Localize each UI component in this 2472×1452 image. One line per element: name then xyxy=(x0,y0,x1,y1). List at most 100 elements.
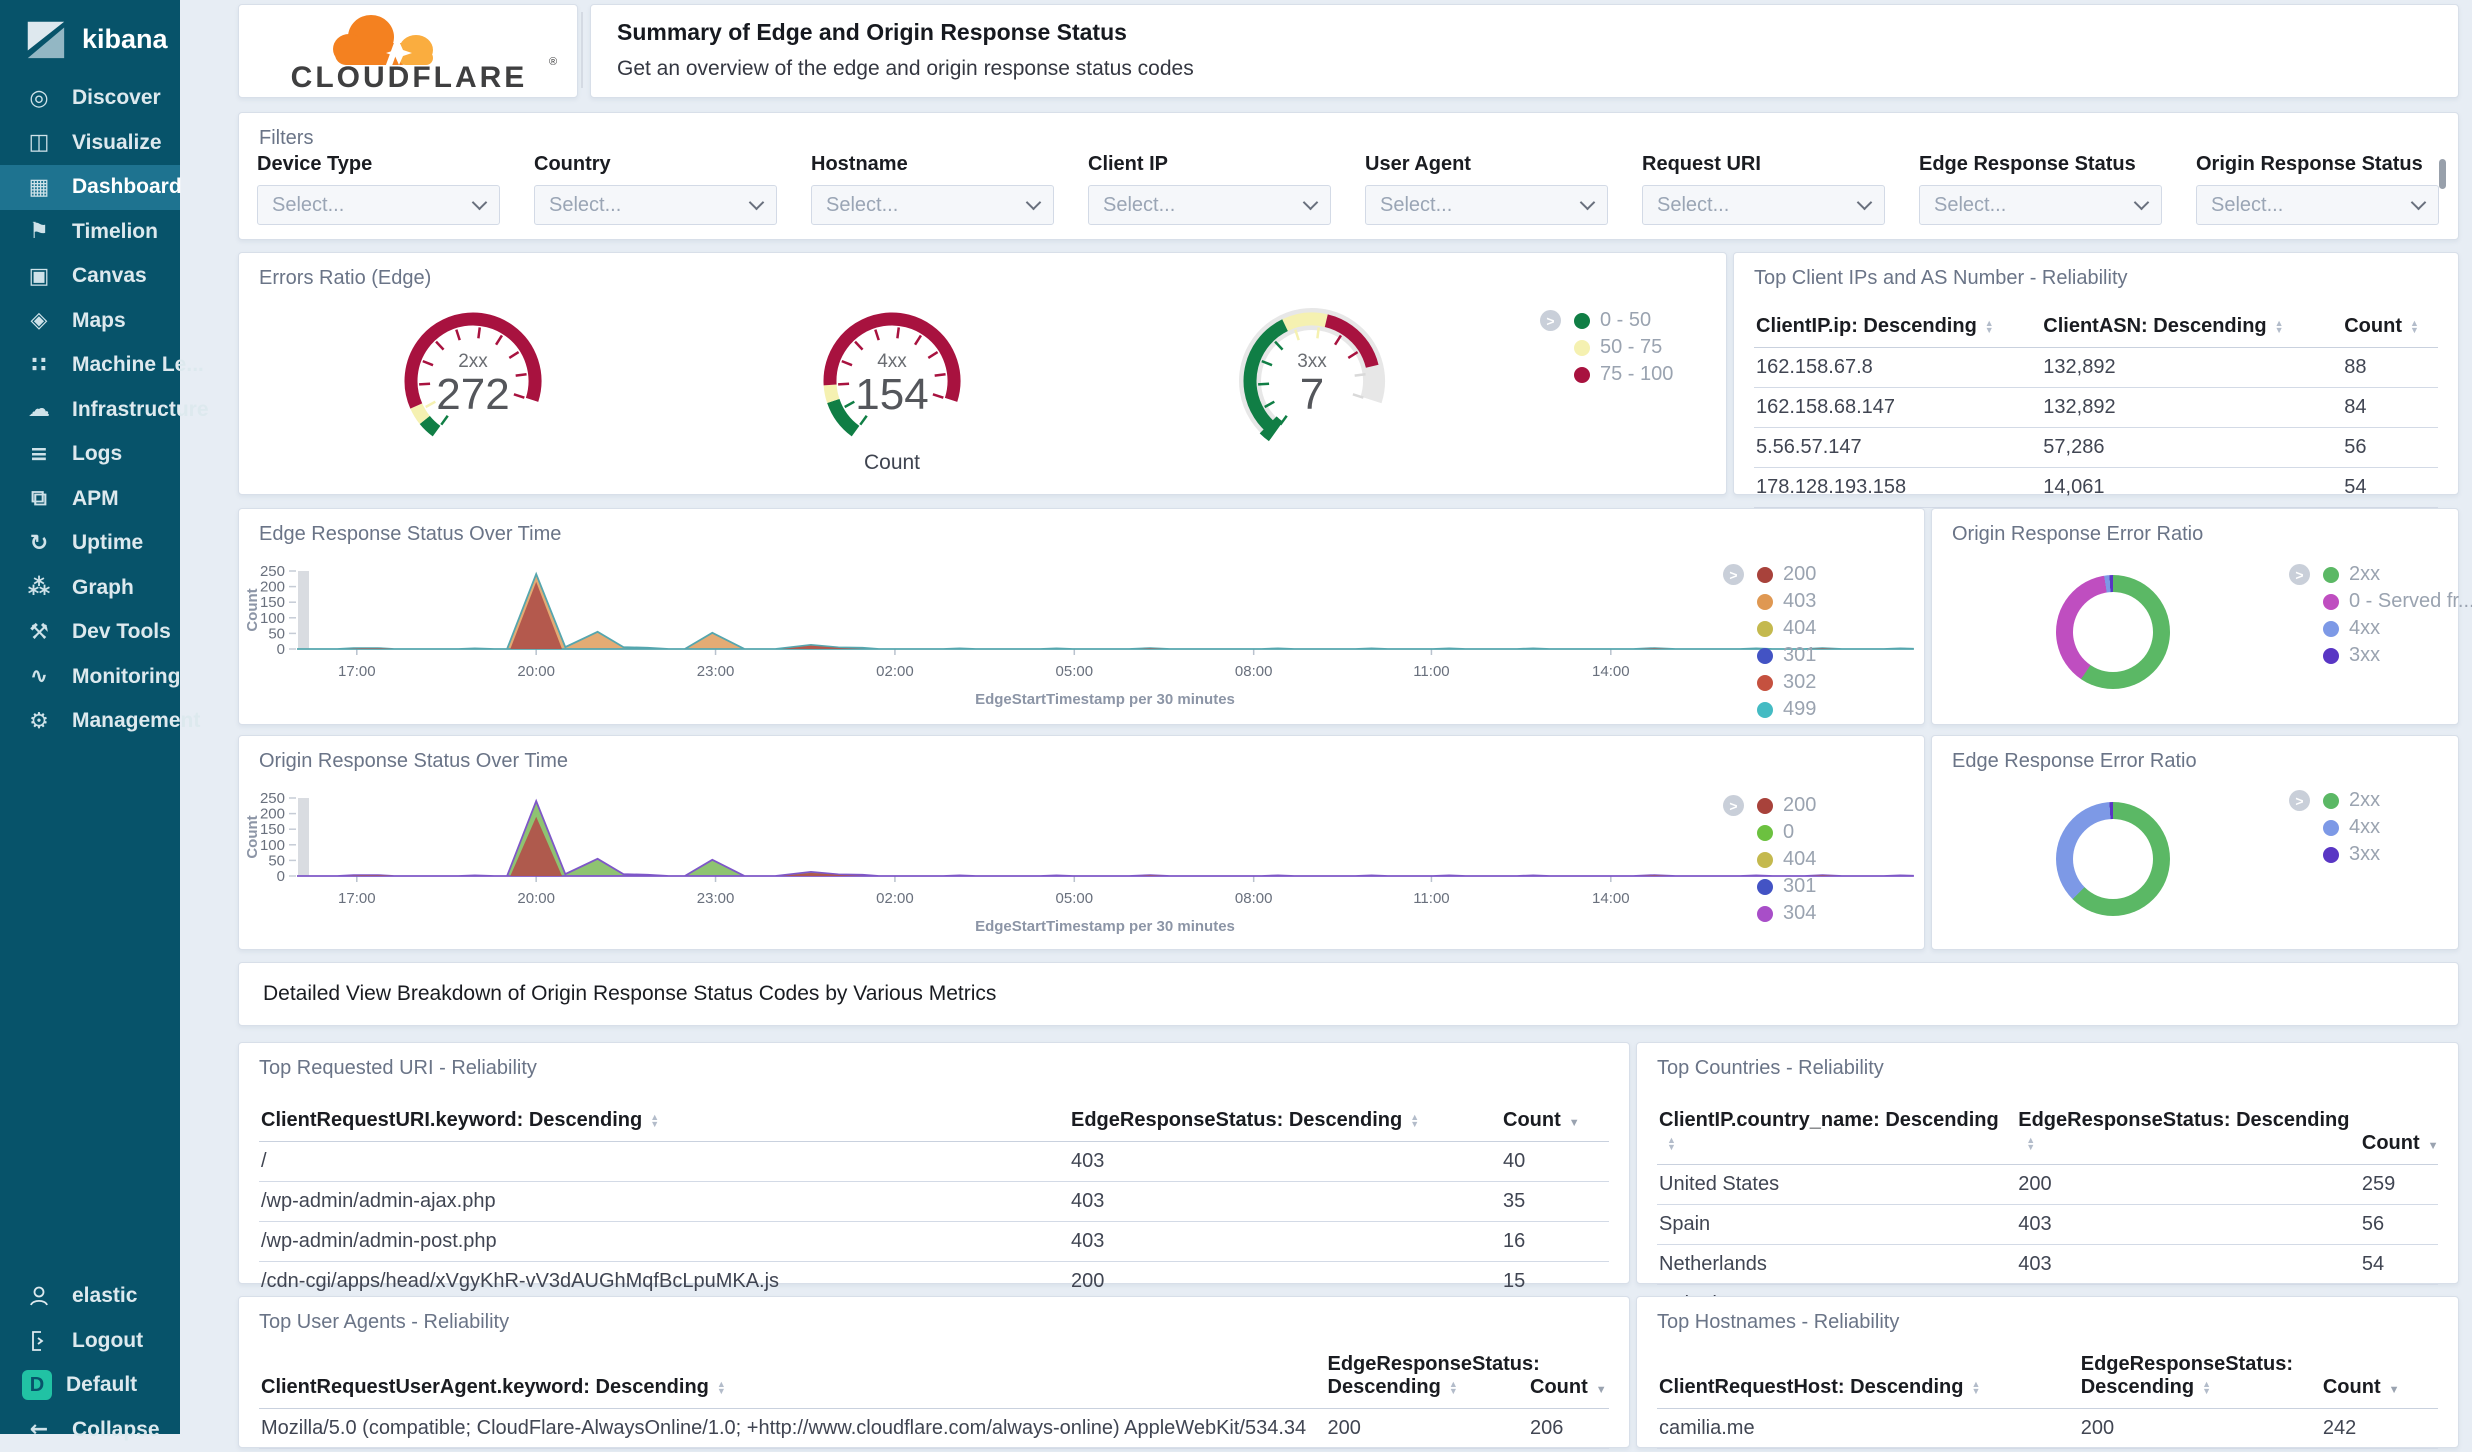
table-cell: 206 xyxy=(1528,1409,1609,1449)
legend-item[interactable]: 0 - Served fr... xyxy=(2323,588,2472,615)
filter-label: Client IP xyxy=(1088,153,1331,176)
column-header-label: EdgeResponseStatus: Descending xyxy=(2081,1353,2293,1398)
cloudflare-wordmark: CLOUDFLARE xyxy=(291,61,528,94)
chevron-down-icon xyxy=(2134,195,2150,211)
panel-title: Errors Ratio (Edge) xyxy=(259,267,431,290)
filters-panel-title: Filters xyxy=(259,127,313,150)
table-cell: Spain xyxy=(1657,1205,2016,1245)
sidebar-item-visualize[interactable]: ◫Visualize xyxy=(0,121,180,166)
svg-text:0: 0 xyxy=(277,868,285,885)
gauge-svg-2xx: 2xx272 xyxy=(373,289,573,459)
legend-item[interactable]: 4xx xyxy=(2323,615,2472,642)
legend-item[interactable]: 499 xyxy=(1757,696,1816,723)
sort-down-icon: ▼ xyxy=(1985,327,1994,334)
column-header[interactable]: Count▼ xyxy=(1528,1347,1609,1409)
column-header[interactable]: ClientASN: Descending▲▼ xyxy=(2041,309,2342,348)
sidebar-item-uptime[interactable]: ↻Uptime xyxy=(0,521,180,566)
column-header-label: ClientRequestUserAgent.keyword: Descendi… xyxy=(261,1376,709,1398)
column-header[interactable]: Count▼ xyxy=(1501,1103,1609,1142)
origin-response-status-select[interactable]: Select... xyxy=(2196,185,2439,225)
table-cell: 403 xyxy=(1069,1142,1501,1182)
legend-item[interactable]: 0 xyxy=(1757,819,1816,846)
column-header[interactable]: Count▼ xyxy=(2321,1347,2438,1409)
sidebar-item-maps[interactable]: ◈Maps xyxy=(0,299,180,344)
legend-item[interactable]: 3xx xyxy=(2323,841,2380,868)
legend-expand-icon[interactable]: > xyxy=(1723,564,1744,585)
legend-expand-icon[interactable]: > xyxy=(2289,564,2310,585)
legend-item[interactable]: 2xx xyxy=(2323,787,2380,814)
edge-response-status-select[interactable]: Select... xyxy=(1919,185,2162,225)
legend-item[interactable]: 301 xyxy=(1757,642,1816,669)
legend-item[interactable]: 304 xyxy=(1757,900,1816,927)
sidebar-item-logs[interactable]: ≡Logs xyxy=(0,432,180,477)
column-header[interactable]: ClientRequestUserAgent.keyword: Descendi… xyxy=(259,1347,1326,1409)
legend-item[interactable]: 50 - 75 xyxy=(1574,334,1673,361)
column-header[interactable]: ClientRequestURI.keyword: Descending▲▼ xyxy=(259,1103,1069,1142)
sort-down-icon: ▼ xyxy=(1667,1144,1676,1151)
legend-item[interactable]: 404 xyxy=(1757,615,1816,642)
legend-item[interactable]: 0 - 50 xyxy=(1574,307,1673,334)
filters-scrollbar[interactable] xyxy=(2439,159,2446,189)
sidebar-item-discover[interactable]: ◎Discover xyxy=(0,76,180,121)
infrastructure-icon: ☁ xyxy=(24,397,54,422)
legend-expand-icon[interactable]: > xyxy=(2289,790,2310,811)
sidebar-item-management[interactable]: ⚙Management xyxy=(0,699,180,744)
legend-item[interactable]: 2xx xyxy=(2323,561,2472,588)
sidebar-footer-label: elastic xyxy=(72,1284,137,1308)
legend-dot xyxy=(2323,820,2339,836)
column-header[interactable]: EdgeResponseStatus: Descending▲▼ xyxy=(2016,1103,2360,1165)
sidebar-item-infrastructure[interactable]: ☁Infrastructure xyxy=(0,388,180,433)
user-agent-select[interactable]: Select... xyxy=(1365,185,1608,225)
collapse-arrow-icon: ← xyxy=(24,1417,54,1442)
legend-label: 0 - Served fr... xyxy=(2349,590,2472,613)
legend-item[interactable]: 75 - 100 xyxy=(1574,361,1673,388)
column-header[interactable]: EdgeResponseStatus: Descending▲▼ xyxy=(1069,1103,1501,1142)
legend-dot xyxy=(2323,847,2339,863)
legend-expand-icon[interactable]: > xyxy=(1540,310,1561,331)
sort-desc-icon: ▼ xyxy=(1569,1117,1580,1129)
client-ip-select[interactable]: Select... xyxy=(1088,185,1331,225)
column-header[interactable]: Count▲▼ xyxy=(2342,309,2438,348)
sidebar-item-apm[interactable]: ⧉APM xyxy=(0,477,180,522)
sidebar-footer-logout[interactable]: Logout xyxy=(0,1319,180,1364)
device-type-select[interactable]: Select... xyxy=(257,185,500,225)
column-header[interactable]: EdgeResponseStatus: Descending▲▼ xyxy=(1326,1347,1529,1409)
column-header-label: Count xyxy=(2323,1376,2381,1398)
column-header[interactable]: ClientIP.country_name: Descending▲▼ xyxy=(1657,1103,2016,1165)
column-header[interactable]: EdgeResponseStatus: Descending▲▼ xyxy=(2079,1347,2321,1409)
sidebar-item-dev-tools[interactable]: ⚒Dev Tools xyxy=(0,610,180,655)
maps-icon: ◈ xyxy=(24,308,54,333)
legend-dot xyxy=(1757,621,1773,637)
country-select[interactable]: Select... xyxy=(534,185,777,225)
request-uri-select[interactable]: Select... xyxy=(1642,185,1885,225)
hostname-select[interactable]: Select... xyxy=(811,185,1054,225)
sidebar-item-monitoring[interactable]: ∿Monitoring xyxy=(0,655,180,700)
sidebar-footer-collapse[interactable]: ←Collapse xyxy=(0,1408,180,1452)
legend-item[interactable]: 4xx xyxy=(2323,814,2380,841)
legend-item[interactable]: 3xx xyxy=(2323,642,2472,669)
table-cell: 162.158.67.8 xyxy=(1754,348,2041,388)
kibana-logo[interactable]: kibana xyxy=(0,0,180,76)
sidebar-item-graph[interactable]: ⁂Graph xyxy=(0,566,180,611)
sidebar-footer-elastic[interactable]: elastic xyxy=(0,1274,180,1319)
legend-item[interactable]: 200 xyxy=(1757,792,1816,819)
sidebar-footer-default[interactable]: DDefault xyxy=(0,1363,180,1408)
legend-item[interactable]: 200 xyxy=(1757,561,1816,588)
legend-label: 302 xyxy=(1783,671,1816,694)
legend-item[interactable]: 302 xyxy=(1757,669,1816,696)
sidebar-item-timelion[interactable]: ⚑Timelion xyxy=(0,210,180,255)
sidebar-item-dashboard[interactable]: ▦Dashboard xyxy=(0,165,180,210)
legend-label: 2xx xyxy=(2349,789,2380,812)
legend-item[interactable]: 404 xyxy=(1757,846,1816,873)
legend-item[interactable]: 403 xyxy=(1757,588,1816,615)
sidebar-item-canvas[interactable]: ▣Canvas xyxy=(0,254,180,299)
column-header[interactable]: ClientRequestHost: Descending▲▼ xyxy=(1657,1347,2079,1409)
sidebar-item-machine-learning[interactable]: ∷Machine Le... xyxy=(0,343,180,388)
legend-expand-icon[interactable]: > xyxy=(1723,795,1744,816)
edge-error-ratio-panel: Edge Response Error Ratio >2xx4xx3xx xyxy=(1931,735,2459,950)
column-header[interactable]: Count▼ xyxy=(2360,1103,2438,1165)
column-header[interactable]: ClientIP.ip: Descending▲▼ xyxy=(1754,309,2041,348)
column-header-label: ClientIP.ip: Descending xyxy=(1756,315,1977,337)
legend-item[interactable]: 301 xyxy=(1757,873,1816,900)
dashboard-icon: ▦ xyxy=(24,175,54,200)
